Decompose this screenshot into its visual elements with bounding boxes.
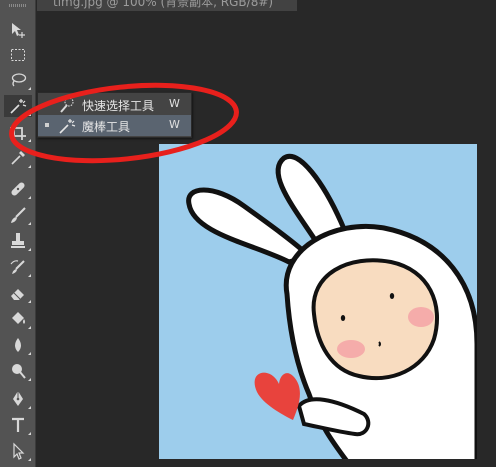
crop-icon [10,124,26,140]
pen-icon [13,391,23,406]
selected-indicator [45,123,49,127]
magic-wand-icon [10,99,27,114]
rect-marquee-icon [11,49,25,61]
blur-icon [15,338,21,352]
type-tool[interactable] [4,414,32,436]
tool-flyout-menu: 快速选择工具 W 魔棒工具 W [37,92,192,138]
blur-tool[interactable] [4,334,32,356]
eyedropper-icon [11,151,25,165]
healing-brush-icon [11,182,25,196]
tools-panel [0,0,36,467]
eraser-tool[interactable] [4,282,32,304]
document-tab[interactable]: timg.jpg @ 100% (背景副本, RGB/8#) [37,0,297,11]
history-brush-tool[interactable] [4,256,32,278]
eraser-icon [11,289,24,300]
brush-icon [11,207,26,223]
healing-brush-tool[interactable] [4,178,32,200]
document-canvas[interactable] [159,144,477,459]
panel-grip[interactable] [9,4,27,7]
crop-tool[interactable] [4,121,32,143]
magic-wand-tool[interactable] [4,95,32,117]
path-select-icon [13,442,25,460]
pen-tool[interactable] [4,388,32,410]
paint-bucket-tool[interactable] [4,308,32,330]
quick-selection-icon [60,97,74,113]
document-tab-title: timg.jpg @ 100% (背景副本, RGB/8#) [53,0,274,9]
rect-marquee-tool[interactable] [4,44,32,66]
paint-bucket-icon [12,312,25,324]
clone-stamp-tool[interactable] [4,230,32,252]
magic-wand-icon [59,119,76,134]
bunny-illustration [186,153,477,459]
dodge-tool[interactable] [4,360,32,382]
flyout-item-quick-selection[interactable]: 快速选择工具 W [38,94,191,115]
flyout-item-shortcut: W [169,118,180,131]
path-select-tool[interactable] [4,440,32,462]
dodge-icon [12,364,26,379]
lasso-tool[interactable] [4,69,32,91]
flyout-item-label: 魔棒工具 [82,120,131,134]
lasso-icon [11,73,27,87]
clone-stamp-icon [11,233,25,248]
flyout-item-label: 快速选择工具 [82,99,155,113]
flyout-item-shortcut: W [169,97,180,110]
eyedropper-tool[interactable] [4,147,32,169]
flyout-item-magic-wand[interactable]: 魔棒工具 W [38,115,191,136]
move-icon [12,23,25,38]
history-brush-icon [10,260,25,274]
move-tool[interactable] [4,19,32,41]
type-icon [12,417,24,432]
brush-tool[interactable] [4,204,32,226]
